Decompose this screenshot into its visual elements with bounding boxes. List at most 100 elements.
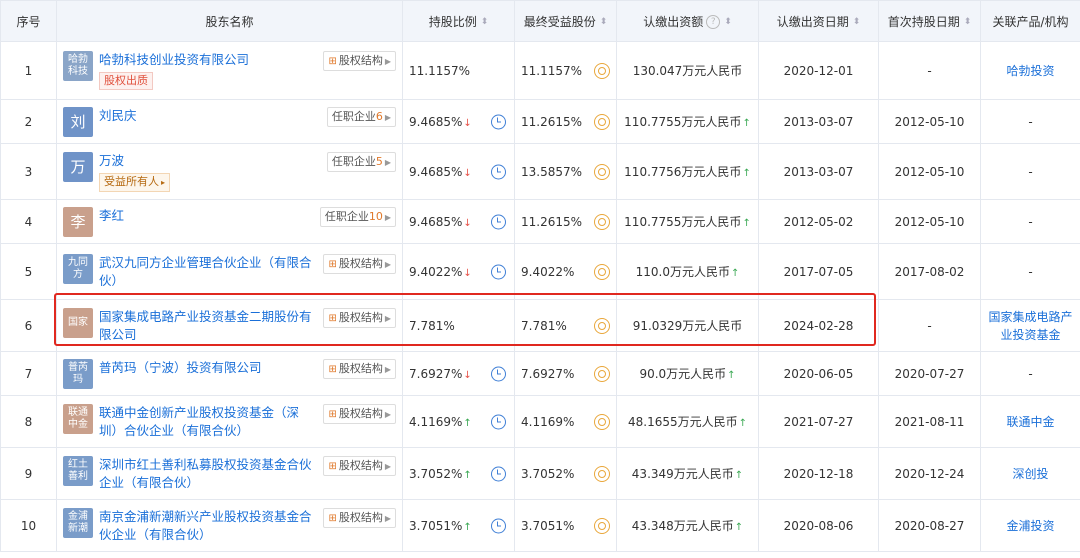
equity-structure-button[interactable]: ⊞ 股权结构 ▶	[323, 253, 396, 274]
penetration-icon[interactable]	[594, 163, 610, 180]
penetration-icon[interactable]	[594, 465, 610, 482]
final-benefit-cell: 13.5857%	[514, 143, 617, 200]
penetration-icon[interactable]	[594, 365, 610, 382]
shareholder-name-link[interactable]: 深圳市红土善利私募股权投资基金合伙企业（有限合伙）	[99, 456, 317, 492]
history-icon[interactable]	[491, 114, 506, 129]
equity-structure-button[interactable]: ⊞ 股权结构 ▶	[323, 455, 396, 476]
capital-cell: 90.0万元人民币↑	[616, 351, 759, 396]
history-icon[interactable]	[491, 264, 506, 279]
penetration-icon[interactable]	[594, 213, 610, 230]
row-index: 3	[0, 143, 57, 200]
capital-date-cell: 2024-02-28	[758, 299, 879, 352]
org-chart-icon: ⊞	[328, 258, 337, 270]
penetration-icon[interactable]	[594, 317, 610, 334]
arrow-up-icon: ↑	[742, 118, 751, 129]
related-companies-button[interactable]: 任职企业10 ▶	[319, 206, 396, 227]
penetration-icon[interactable]	[594, 62, 610, 79]
chevron-right-icon: ▶	[384, 313, 391, 323]
history-icon[interactable]	[491, 366, 506, 381]
shareholder-name-link[interactable]: 万波	[99, 152, 321, 170]
history-icon[interactable]	[491, 518, 506, 533]
shareholder-name-link[interactable]: 普芮玛（宁波）投资有限公司	[99, 359, 317, 377]
related-product-link: -	[1028, 366, 1033, 381]
penetration-icon[interactable]	[594, 413, 610, 430]
first-date-cell: 2012-05-10	[878, 199, 981, 244]
shareholder-name-link[interactable]: 武汉九同方企业管理合伙企业（有限合伙）	[99, 254, 317, 290]
row-index: 7	[0, 351, 57, 396]
arrow-up-icon: ↑	[742, 218, 751, 229]
history-icon[interactable]	[491, 214, 506, 229]
related-product-link: -	[1028, 214, 1033, 229]
company-logo: 金浦 新潮	[63, 507, 93, 538]
shareholder-table-panel: 序号 股东名称 持股比例 ⬍ 最终受益股份 ⬍ 认缴出资额? ⬍ 认缴出资日期 ⬍ 首次…	[0, 0, 1080, 558]
sort-icon[interactable]: ⬍	[853, 17, 861, 27]
related-cell: -	[980, 351, 1080, 396]
related-product-link[interactable]: 金浦投资	[1006, 519, 1054, 533]
sort-icon[interactable]: ⬍	[481, 17, 489, 27]
ratio-cell: 9.4022%↓	[402, 243, 515, 300]
history-icon[interactable]	[491, 466, 506, 481]
header-capital[interactable]: 认缴出资额? ⬍	[616, 0, 759, 42]
sort-icon[interactable]: ⬍	[600, 17, 608, 27]
related-companies-button[interactable]: 任职企业5 ▶	[326, 151, 396, 172]
sort-icon[interactable]: ⬍	[724, 17, 732, 27]
company-logo: 万	[63, 151, 93, 182]
first-date-cell: -	[878, 41, 981, 100]
shareholder-name-link[interactable]: 南京金浦新潮新兴产业股权投资基金合伙企业（有限合伙）	[99, 508, 317, 544]
sort-icon[interactable]: ⬍	[964, 17, 972, 27]
ratio-cell: 9.4685%↓	[402, 143, 515, 200]
chevron-right-icon: ▶	[384, 409, 391, 419]
shareholder-name-cell: 国家 国家集成电路产业投资基金二期股份有限公司 ⊞ 股权结构 ▶	[56, 299, 403, 352]
equity-structure-button[interactable]: ⊞ 股权结构 ▶	[323, 507, 396, 528]
company-logo: 哈勃 科技	[63, 51, 93, 81]
related-product-link[interactable]: 深创投	[1012, 467, 1048, 481]
related-companies-button[interactable]: 任职企业6 ▶	[326, 106, 396, 127]
final-benefit-cell: 3.7052%	[514, 447, 617, 500]
capital-cell: 110.0万元人民币↑	[616, 243, 759, 300]
related-product-link: -	[1028, 114, 1033, 129]
header-ratio[interactable]: 持股比例 ⬍	[402, 0, 515, 42]
table-row: 3 万万波 受益所有人 ▸ 任职企业5 ▶ 9.4685%↓ 13.5857% 110.7756…	[0, 143, 1080, 200]
related-product-link[interactable]: 联通中金	[1006, 415, 1054, 429]
first-date-cell: 2012-05-10	[878, 143, 981, 200]
header-final[interactable]: 最终受益股份 ⬍	[514, 0, 617, 42]
chevron-right-icon: ▶	[384, 259, 391, 269]
related-product-link[interactable]: 哈勃投资	[1006, 64, 1054, 78]
capital-date-cell: 2020-08-06	[758, 499, 879, 552]
table-row: 1 哈勃 科技 哈勃科技创业投资有限公司 股权出质 ⊞ 股权结构 ▶ 11.1157% 11.1…	[0, 41, 1080, 100]
header-first-date[interactable]: 首次持股日期 ⬍	[878, 0, 981, 42]
capital-date-cell: 2013-03-07	[758, 99, 879, 144]
header-capital-date[interactable]: 认缴出资日期 ⬍	[758, 0, 879, 42]
help-icon[interactable]: ?	[706, 15, 721, 29]
final-benefit-cell: 7.6927%	[514, 351, 617, 396]
shareholder-name-link[interactable]: 哈勃科技创业投资有限公司	[99, 51, 317, 69]
first-date-cell: 2020-07-27	[878, 351, 981, 396]
ratio-cell: 3.7052%↑	[402, 447, 515, 500]
shareholder-name-link[interactable]: 国家集成电路产业投资基金二期股份有限公司	[99, 308, 317, 344]
arrow-up-icon: ↑	[738, 418, 747, 429]
capital-date-cell: 2013-03-07	[758, 143, 879, 200]
row-index: 1	[0, 41, 57, 100]
shareholder-name-link[interactable]: 联通中金创新产业股权投资基金（深圳）合伙企业（有限合伙）	[99, 404, 317, 440]
org-chart-icon: ⊞	[328, 408, 337, 420]
arrow-down-icon: ↓	[463, 369, 472, 381]
equity-structure-button[interactable]: ⊞ 股权结构 ▶	[323, 358, 396, 379]
penetration-icon[interactable]	[594, 113, 610, 130]
capital-cell: 91.0329万元人民币	[616, 299, 759, 352]
related-product-link[interactable]: 国家集成电路产业投资基金	[988, 310, 1072, 342]
equity-structure-button[interactable]: ⊞ 股权结构 ▶	[323, 307, 396, 328]
equity-structure-button[interactable]: ⊞ 股权结构 ▶	[323, 403, 396, 424]
related-cell: 联通中金	[980, 395, 1080, 448]
shareholder-name-link[interactable]: 刘民庆	[99, 107, 321, 125]
shareholder-name-link[interactable]: 李红	[99, 207, 314, 225]
penetration-icon[interactable]	[594, 517, 610, 534]
related-product-link: -	[1028, 264, 1033, 279]
history-icon[interactable]	[491, 414, 506, 429]
equity-structure-button[interactable]: ⊞ 股权结构 ▶	[323, 51, 396, 71]
penetration-icon[interactable]	[594, 263, 610, 280]
capital-cell: 130.047万元人民币	[616, 41, 759, 100]
org-chart-icon: ⊞	[328, 312, 337, 324]
shareholder-name-cell: 红土 善利 深圳市红土善利私募股权投资基金合伙企业（有限合伙） ⊞ 股权结构 ▶	[56, 447, 403, 500]
history-icon[interactable]	[491, 164, 506, 179]
org-chart-icon: ⊞	[328, 460, 337, 472]
